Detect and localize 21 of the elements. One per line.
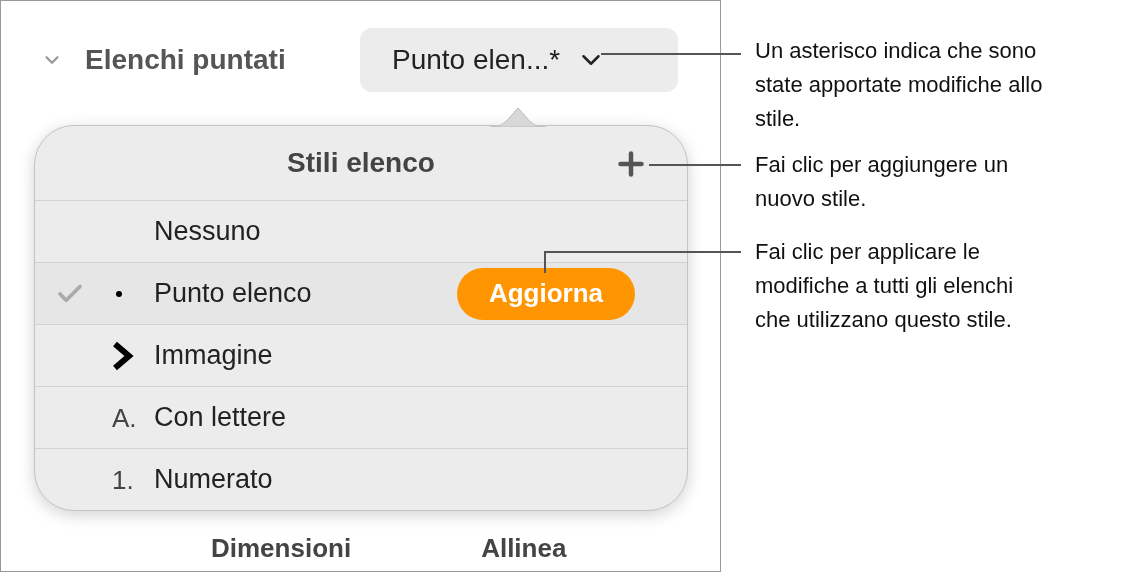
tab-label[interactable]: Allinea xyxy=(481,529,567,568)
list-style-row[interactable]: A. Con lettere xyxy=(35,386,687,448)
arrowhead-icon xyxy=(112,340,134,371)
style-label: Nessuno xyxy=(154,215,261,249)
style-label: Punto elenco xyxy=(154,277,312,311)
callout-text: Fai clic per aggiungere un nuovo stile. xyxy=(755,151,1010,213)
list-style-row[interactable]: Immagine xyxy=(35,324,687,386)
style-label: Numerato xyxy=(154,463,273,497)
bullet-icon xyxy=(116,290,122,297)
list-style-row[interactable]: Punto elenco Aggiorna xyxy=(35,262,687,324)
tab-label[interactable]: Dimensioni xyxy=(211,529,352,568)
callout-text: Un asterisco indica che sono state apportate modifiche allo stile. xyxy=(755,37,1044,133)
section-title: Elenchi puntati xyxy=(85,43,286,77)
list-marker: A. xyxy=(112,404,137,431)
list-style-row[interactable]: 1. Numerato xyxy=(35,448,687,510)
style-label: Immagine xyxy=(154,339,273,373)
style-label: Con lettere xyxy=(154,401,287,435)
style-dropdown[interactable]: Punto elen...* xyxy=(360,28,678,92)
callout-text: Fai clic per applicare le modifiche a tutti gli elenchi che utilizzano questo stile. xyxy=(755,238,1015,334)
list-marker: 1. xyxy=(112,466,134,493)
popover-title: Stili elenco xyxy=(287,146,435,180)
